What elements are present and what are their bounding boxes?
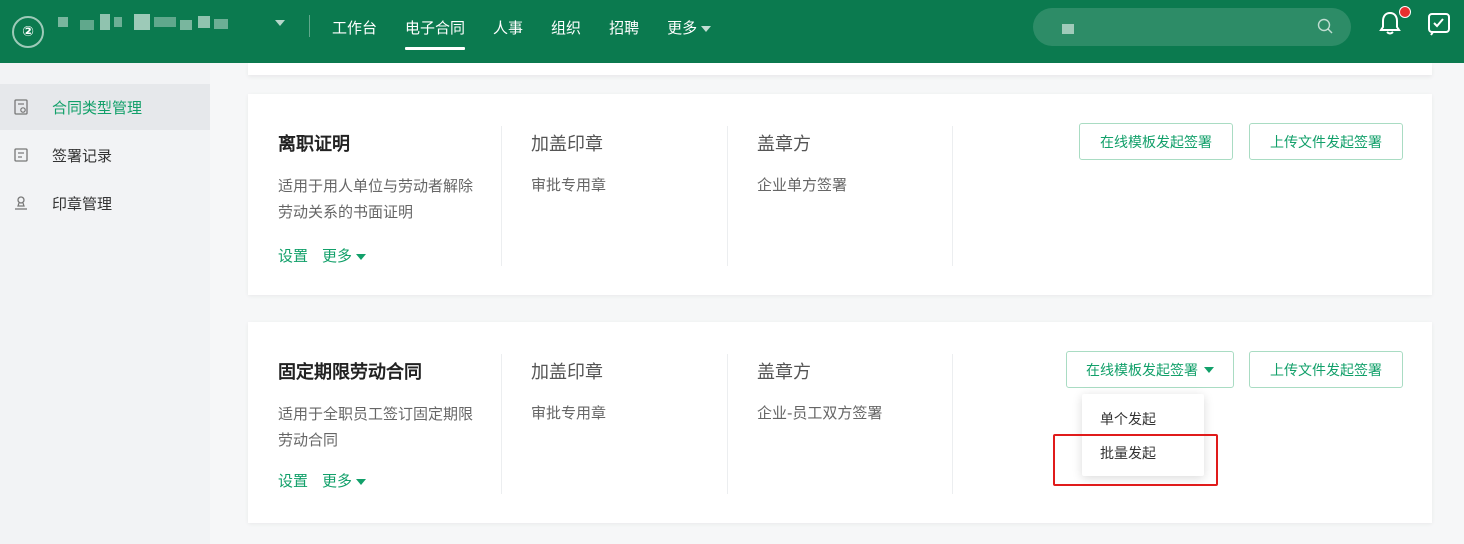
sidebar-item-label: 签署记录 [52,146,113,165]
chevron-down-icon [701,25,712,32]
column-divider [952,126,953,266]
signer-column-value: 企业-员工双方签署 [757,404,883,422]
more-link[interactable]: 更多 [322,245,367,266]
online-template-sign-button[interactable]: 在线模板发起签署 [1079,123,1233,160]
seal-column-header: 加盖印章 [531,362,603,383]
record-icon [14,148,28,162]
sidebar-item-label: 印章管理 [52,194,113,213]
nav-item-recruit[interactable]: 招聘 [609,17,639,38]
main-content: 离职证明 适用于用人单位与劳动者解除劳动关系的书面证明 设置 更多 加盖印章 审… [210,63,1464,544]
more-label: 更多 [322,247,353,265]
sidebar-item-sign-records[interactable]: 签署记录 [0,132,210,178]
sidebar-item-label: 合同类型管理 [52,98,143,117]
sidebar-item-seal-management[interactable]: 印章管理 [0,180,210,226]
seal-icon [15,195,27,210]
nav-item-e-contract[interactable]: 电子合同 [405,17,466,50]
card-links: 设置 更多 [278,470,367,491]
search-input[interactable] [1033,8,1351,46]
previous-card [248,63,1432,75]
nav-divider [309,15,310,37]
signer-column-value: 企业单方签署 [757,176,848,194]
seal-column-header: 加盖印章 [531,134,603,155]
card-title: 离职证明 [278,134,350,155]
card-description: 适用于全职员工签订固定期限劳动合同 [278,405,474,449]
menu-item-single-launch[interactable]: 单个发起 [1082,404,1204,434]
card-title: 固定期限劳动合同 [278,362,422,383]
signer-column-header: 盖章方 [757,362,811,383]
signer-column-header: 盖章方 [757,134,811,155]
card-description: 适用于用人单位与劳动者解除劳动关系的书面证明 [278,177,474,221]
caret-down-icon [1204,366,1214,373]
nav-more-label: 更多 [667,19,698,37]
card-links: 设置 更多 [278,245,367,266]
annotation-highlight-box [1053,434,1218,486]
app-logo[interactable]: ② [12,16,44,48]
nav-item-more[interactable]: 更多 [667,17,712,38]
top-bar: ② 工作台 电子合同 人事 组织 招聘 更多 [0,0,1464,63]
sidebar: 合同类型管理 签署记录 印章管理 [0,63,210,544]
company-name-blurred[interactable] [58,14,238,30]
upload-file-sign-button[interactable]: 上传文件发起签署 [1249,123,1403,160]
main-nav: 工作台 电子合同 人事 组织 招聘 更多 [332,17,739,50]
contract-type-card: 固定期限劳动合同 适用于全职员工签订固定期限劳动合同 设置 更多 加盖印章 审批… [248,322,1432,523]
seal-column-value: 审批专用章 [531,404,607,422]
search-icon[interactable] [1317,18,1333,34]
settings-link[interactable]: 设置 [278,245,308,266]
contract-icon [14,99,28,115]
todo-icon[interactable] [1427,12,1451,36]
contract-type-card: 离职证明 适用于用人单位与劳动者解除劳动关系的书面证明 设置 更多 加盖印章 审… [248,94,1432,295]
notification-badge [1399,6,1411,18]
search-blurred-content [1062,24,1074,34]
nav-item-organization[interactable]: 组织 [551,17,581,38]
online-template-sign-dropdown-button[interactable]: 在线模板发起签署 [1066,351,1234,388]
upload-file-sign-button[interactable]: 上传文件发起签署 [1249,351,1403,388]
column-divider [501,354,502,494]
caret-down-icon [356,478,367,485]
company-switch-caret-icon[interactable] [275,20,285,26]
column-divider [727,354,728,494]
nav-item-workbench[interactable]: 工作台 [332,17,377,38]
sidebar-item-contract-types[interactable]: 合同类型管理 [0,84,210,130]
seal-column-value: 审批专用章 [531,176,607,194]
button-label: 在线模板发起签署 [1086,362,1198,379]
column-divider [952,354,953,494]
more-link[interactable]: 更多 [322,470,367,491]
nav-item-hr[interactable]: 人事 [493,17,523,38]
caret-down-icon [356,253,367,260]
settings-link[interactable]: 设置 [278,470,308,491]
more-label: 更多 [322,472,353,490]
column-divider [727,126,728,266]
column-divider [501,126,502,266]
